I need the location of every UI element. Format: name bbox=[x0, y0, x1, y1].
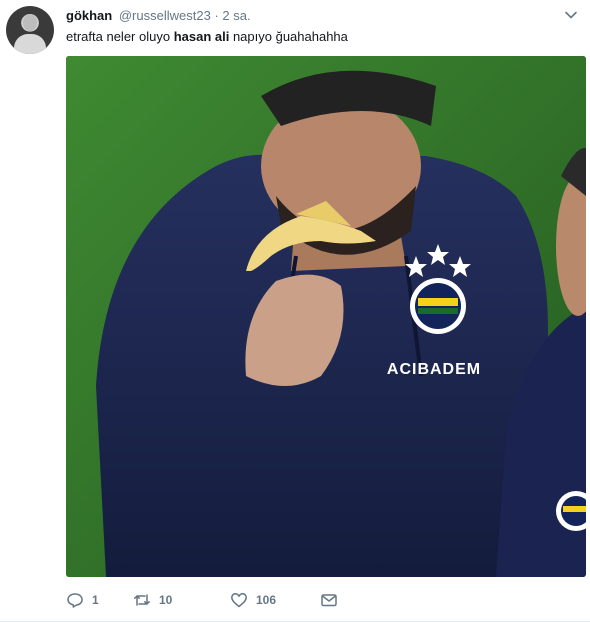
tweet-text-bold: hasan ali bbox=[173, 29, 230, 44]
display-name[interactable]: gökhan bbox=[66, 8, 112, 23]
tweet-text-part: etrafta neler oluyo bbox=[66, 29, 174, 44]
retweet-count: 10 bbox=[159, 593, 173, 607]
reply-button[interactable]: 1 bbox=[66, 591, 133, 609]
separator-dot: · bbox=[214, 8, 219, 23]
retweet-button[interactable]: 10 bbox=[133, 591, 230, 609]
sponsor-text: ACIBADEM bbox=[387, 361, 481, 378]
chevron-down-icon[interactable] bbox=[564, 8, 578, 22]
like-button[interactable]: 106 bbox=[230, 591, 320, 609]
tweet-text-part: napıyo ğuahahahha bbox=[229, 29, 348, 44]
avatar[interactable] bbox=[6, 6, 54, 54]
heart-icon bbox=[231, 593, 247, 608]
tweet-photo[interactable]: ACIBADEM bbox=[66, 56, 586, 577]
like-count: 106 bbox=[256, 593, 277, 607]
message-icon bbox=[321, 594, 337, 607]
timestamp[interactable]: 2 sa. bbox=[222, 8, 250, 23]
tweet-header: gökhan @russellwest23 · 2 sa. bbox=[66, 7, 251, 25]
reply-count: 1 bbox=[92, 593, 99, 607]
tweet-actions: 1 10 106 bbox=[66, 590, 338, 610]
user-handle[interactable]: @russellwest23 bbox=[119, 8, 211, 23]
tweet-card: gökhan @russellwest23 · 2 sa. etrafta ne… bbox=[0, 0, 590, 622]
reply-icon bbox=[67, 593, 83, 608]
direct-message-button[interactable] bbox=[320, 591, 338, 609]
photo-illustration: ACIBADEM bbox=[66, 56, 586, 577]
retweet-icon bbox=[134, 594, 150, 606]
tweet-text: etrafta neler oluyo hasan ali napıyo ğua… bbox=[66, 28, 348, 46]
